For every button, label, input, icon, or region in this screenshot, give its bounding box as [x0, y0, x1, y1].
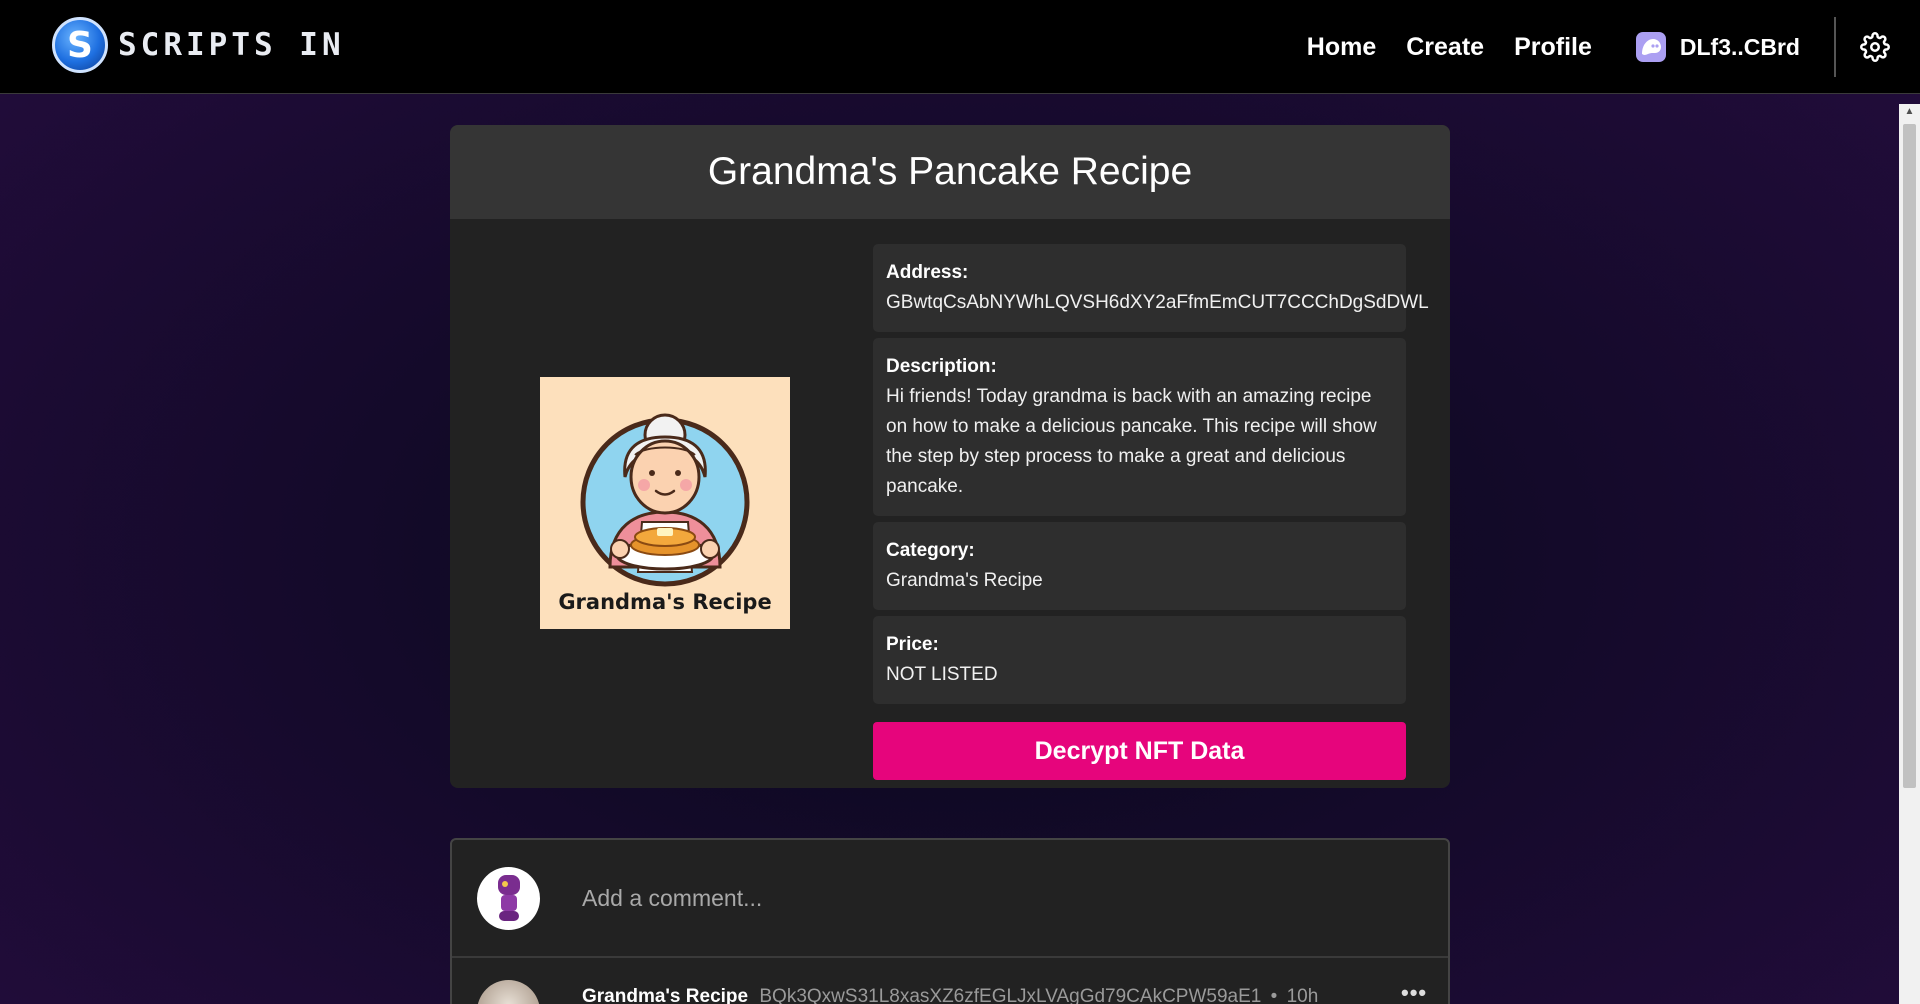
price-label: Price: [886, 634, 939, 655]
robot-avatar-icon [497, 875, 520, 921]
nav-create-link[interactable]: Create [1406, 33, 1484, 62]
logo-text: SCRIPTS IN [118, 27, 345, 63]
comment-author[interactable]: Grandma's Recipe [582, 986, 748, 1004]
comments-section: Grandma's Recipe BQk3QxwS31L8xasXZ6zfEGL… [450, 838, 1450, 1004]
scroll-thumb[interactable] [1903, 124, 1916, 788]
commenter-avatar[interactable] [477, 980, 540, 1004]
wallet-address-label: DLf3..CBrd [1679, 33, 1800, 60]
price-box: Price: NOT LISTED [873, 616, 1406, 704]
category-box: Category: Grandma's Recipe [873, 522, 1406, 610]
category-value: Grandma's Recipe [886, 570, 1043, 591]
price-value: NOT LISTED [886, 664, 998, 685]
address-label: Address: [886, 262, 969, 283]
nft-image: Grandma's Recipe [540, 377, 790, 629]
nft-info-column: Address: GBwtqCsAbNYWhLQVSH6dXY2aFfmEmCU… [873, 244, 1429, 780]
nav-home-link[interactable]: Home [1307, 33, 1376, 62]
logo-s-icon: S [52, 17, 108, 73]
nav-menu: Home Create Profile DLf3..CBrd [1307, 0, 1920, 94]
nav-profile-link[interactable]: Profile [1514, 33, 1592, 62]
nft-card-header: Grandma's Pancake Recipe [450, 125, 1450, 219]
comment-time: 10h [1286, 986, 1319, 1004]
address-box: Address: GBwtqCsAbNYWhLQVSH6dXY2aFfmEmCU… [873, 244, 1429, 332]
category-label: Category: [886, 540, 975, 561]
comment-input[interactable] [582, 878, 1402, 918]
address-value: GBwtqCsAbNYWhLQVSH6dXY2aFfmEmCUT7CCChDgS… [886, 292, 1429, 313]
description-box: Description: Hi friends! Today grandma i… [873, 338, 1406, 516]
scroll-up-arrow-icon[interactable]: ▲ [1899, 104, 1920, 120]
description-label: Description: [886, 356, 997, 377]
nft-detail-card: Grandma's Pancake Recipe Grandma's Recip… [450, 125, 1450, 788]
user-avatar [477, 866, 540, 930]
grandma-illustration: Grandma's Recipe [540, 377, 790, 629]
comment-item: Grandma's Recipe BQk3QxwS31L8xasXZ6zfEGL… [452, 958, 1448, 1004]
comment-separator: • [1270, 986, 1278, 1004]
wallet-button[interactable]: DLf3..CBrd [1635, 32, 1800, 62]
comment-input-row [452, 840, 1448, 958]
nft-title: Grandma's Pancake Recipe [707, 150, 1193, 193]
gear-icon[interactable] [1860, 32, 1890, 62]
more-options-icon[interactable]: ••• [1401, 980, 1427, 1004]
phantom-wallet-icon [1635, 32, 1666, 62]
top-navbar: S SCRIPTS IN Home Create Profile DLf3..C… [0, 0, 1920, 94]
site-logo[interactable]: S SCRIPTS IN [52, 17, 345, 73]
comment-meta: Grandma's Recipe BQk3QxwS31L8xasXZ6zfEGL… [582, 986, 1318, 1004]
nav-divider [1834, 17, 1836, 77]
comment-author-address: BQk3QxwS31L8xasXZ6zfEGLJxLVAgGd79CAkCPW5… [759, 986, 1262, 1004]
nft-image-caption: Grandma's Recipe [558, 590, 771, 614]
page-scrollbar[interactable]: ▲ [1899, 104, 1920, 1004]
decrypt-nft-data-button[interactable]: Decrypt NFT Data [873, 722, 1406, 780]
description-value: Hi friends! Today grandma is back with a… [886, 386, 1377, 497]
